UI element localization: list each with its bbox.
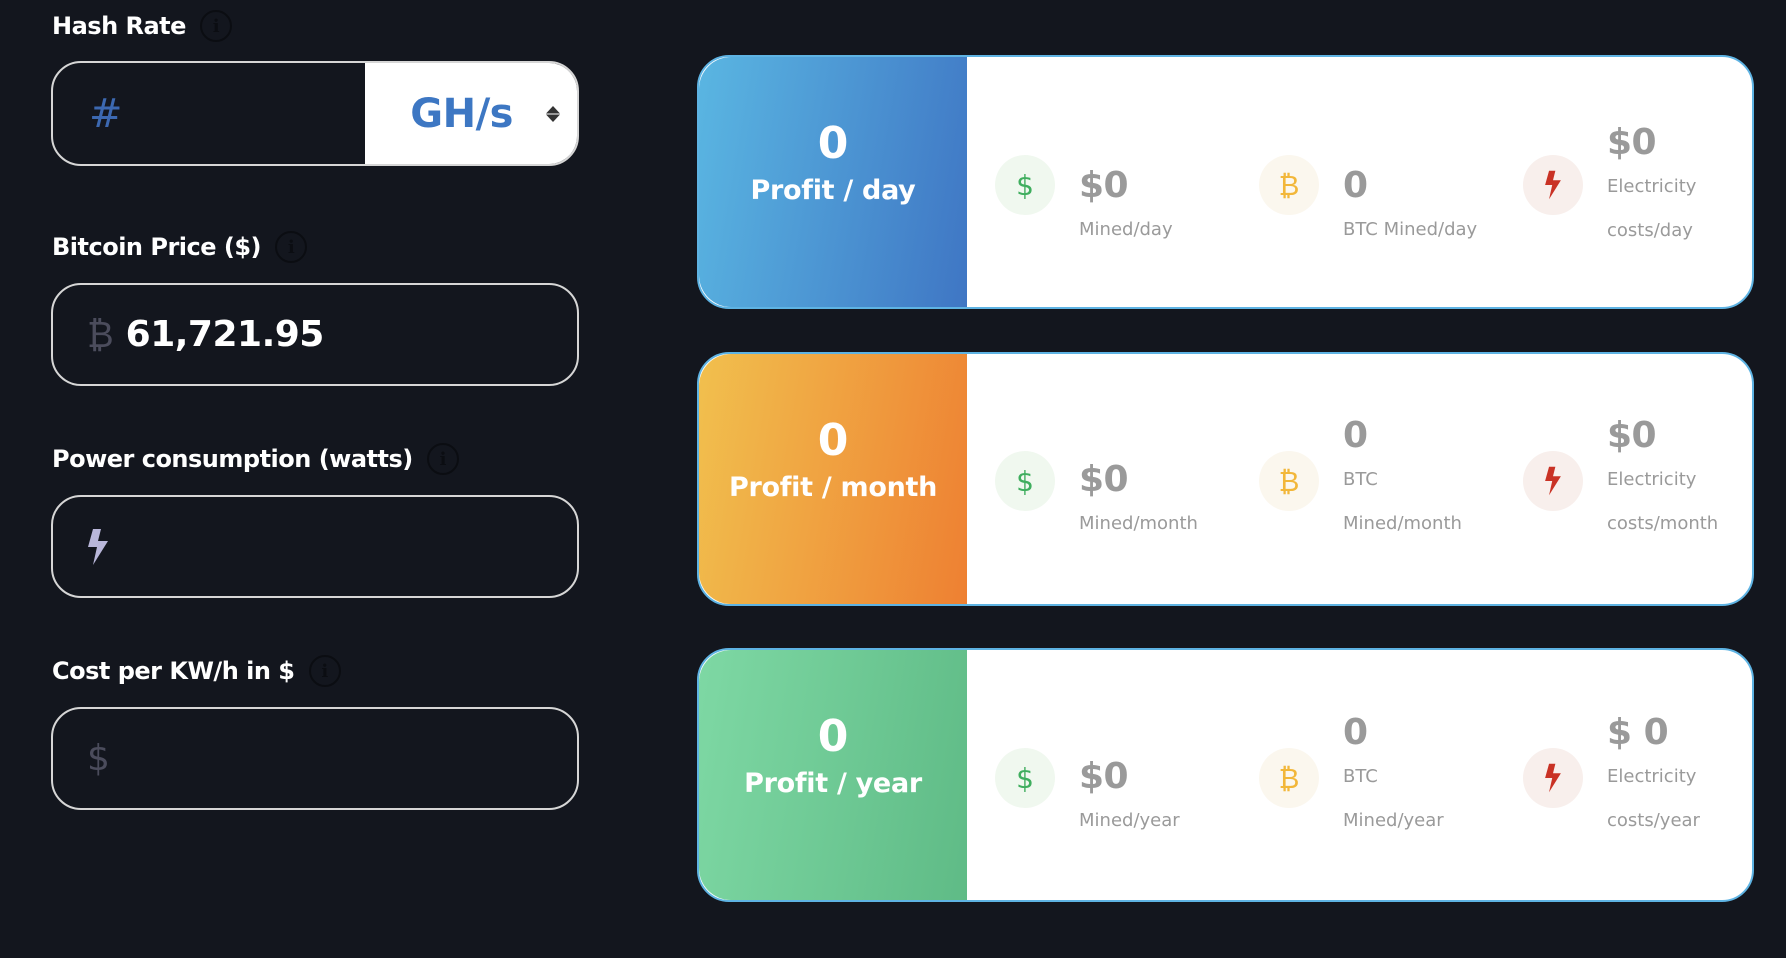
bitcoin-icon: ₿: [87, 314, 114, 356]
bitcoin-price-label-row: Bitcoin Price ($) i: [52, 231, 308, 263]
cost-per-kwh-field: $: [51, 707, 579, 810]
btc-mined-year-value: 0: [1343, 712, 1368, 753]
lightning-icon: [53, 528, 109, 566]
bitcoin-icon: ₿: [1259, 155, 1319, 215]
dollar-icon: $: [995, 748, 1055, 808]
mined-usd-year-value: $0: [1079, 756, 1129, 797]
profit-year-panel: 0 Profit / year: [699, 650, 967, 900]
bitcoin-price-field: ₿: [51, 283, 579, 386]
btc-mined-month-value: 0: [1343, 415, 1368, 456]
hash-unit-value: GH/s: [410, 90, 513, 137]
electricity-cost-year-value: $ 0: [1607, 712, 1669, 753]
year-metrics: $ $0 Mined/year ₿ 0 BTC Mined/year $ 0 E…: [967, 650, 1752, 900]
mined-usd-month-value: $0: [1079, 459, 1129, 500]
btc-mined-year-label-1: BTC: [1343, 766, 1378, 787]
electricity-cost-day-value: $0: [1607, 122, 1657, 163]
electricity-cost-day: $0 Electricity costs/day: [1523, 57, 1752, 307]
electricity-cost-month: $0 Electricity costs/month: [1523, 354, 1752, 604]
hash-rate-info-icon[interactable]: i: [199, 10, 232, 42]
electricity-cost-month-value: $0: [1607, 415, 1657, 456]
power-info-icon[interactable]: i: [426, 443, 459, 475]
electricity-cost-year-label-2: costs/year: [1607, 810, 1700, 831]
btc-mined-year-label-2: Mined/year: [1343, 810, 1444, 831]
cost-info-icon[interactable]: i: [308, 655, 341, 687]
dollar-icon: $: [87, 738, 110, 779]
mined-usd-year: $ $0 Mined/year: [995, 650, 1259, 900]
day-metrics: $ $0 Mined/day ₿ 0 BTC Mined/day $0 Elec…: [967, 57, 1752, 307]
power-consumption-input[interactable]: [109, 497, 577, 596]
mined-usd-day-label: Mined/day: [1079, 219, 1173, 240]
hash-rate-label-row: Hash Rate i: [52, 10, 232, 42]
bitcoin-price-input[interactable]: [113, 285, 577, 384]
mining-calculator: Hash Rate i # GH/s Bitcoin Price ($) i ₿…: [0, 0, 1786, 958]
btc-mined-month: ₿ 0 BTC Mined/month: [1259, 354, 1523, 604]
profit-month-card: 0 Profit / month $ $0 Mined/month ₿ 0 BT…: [697, 352, 1754, 606]
profit-month-value: 0: [817, 415, 849, 466]
power-consumption-label: Power consumption (watts): [52, 445, 413, 473]
mined-usd-month-label: Mined/month: [1079, 513, 1198, 534]
mined-usd-day: $ $0 Mined/day: [995, 57, 1259, 307]
profit-month-panel: 0 Profit / month: [699, 354, 967, 604]
bitcoin-price-label: Bitcoin Price ($): [52, 233, 262, 261]
profit-day-panel: 0 Profit / day: [699, 57, 967, 307]
bitcoin-icon: ₿: [1259, 451, 1319, 511]
lightning-icon: [1523, 155, 1583, 215]
electricity-cost-day-label-2: costs/day: [1607, 220, 1693, 241]
profit-year-label: Profit / year: [744, 768, 922, 799]
power-label-row: Power consumption (watts) i: [52, 443, 459, 475]
power-consumption-field: [51, 495, 579, 598]
electricity-cost-day-label-1: Electricity: [1607, 176, 1697, 197]
btc-mined-year: ₿ 0 BTC Mined/year: [1259, 650, 1523, 900]
profit-day-value: 0: [817, 118, 849, 169]
btc-mined-month-label-2: Mined/month: [1343, 513, 1462, 534]
btc-mined-day-value: 0: [1343, 165, 1368, 206]
profit-day-label: Profit / day: [750, 175, 916, 206]
btc-mined-day: ₿ 0 BTC Mined/day: [1259, 57, 1523, 307]
dollar-icon: $: [995, 155, 1055, 215]
hash-unit-select[interactable]: GH/s: [365, 63, 577, 164]
mined-usd-year-label: Mined/year: [1079, 810, 1180, 831]
cost-label-row: Cost per KW/h in $ i: [52, 655, 341, 687]
mined-usd-day-value: $0: [1079, 165, 1129, 206]
hash-rate-label: Hash Rate: [52, 12, 186, 40]
hash-icon: #: [89, 90, 123, 137]
month-metrics: $ $0 Mined/month ₿ 0 BTC Mined/month $0 …: [967, 354, 1752, 604]
lightning-icon: [1523, 451, 1583, 511]
cost-per-kwh-label: Cost per KW/h in $: [52, 657, 295, 685]
hash-rate-field: # GH/s: [51, 61, 579, 166]
profit-day-card: 0 Profit / day $ $0 Mined/day ₿ 0 BTC Mi…: [697, 55, 1754, 309]
lightning-icon: [1523, 748, 1583, 808]
btc-mined-day-label: BTC Mined/day: [1343, 219, 1478, 240]
dollar-icon: $: [995, 451, 1055, 511]
profit-month-label: Profit / month: [728, 472, 938, 503]
electricity-cost-year: $ 0 Electricity costs/year: [1523, 650, 1752, 900]
cost-per-kwh-input[interactable]: [109, 709, 577, 808]
profit-year-card: 0 Profit / year $ $0 Mined/year ₿ 0 BTC …: [697, 648, 1754, 902]
mined-usd-month: $ $0 Mined/month: [995, 354, 1259, 604]
profit-year-value: 0: [817, 711, 849, 762]
select-arrows-icon: [546, 105, 560, 122]
electricity-cost-month-label-1: Electricity: [1607, 469, 1697, 490]
bitcoin-icon: ₿: [1259, 748, 1319, 808]
electricity-cost-month-label-2: costs/month: [1607, 513, 1719, 534]
btc-mined-month-label-1: BTC: [1343, 469, 1378, 490]
bitcoin-price-info-icon[interactable]: i: [275, 231, 308, 263]
hash-rate-input[interactable]: [125, 63, 325, 164]
electricity-cost-year-label-1: Electricity: [1607, 766, 1697, 787]
